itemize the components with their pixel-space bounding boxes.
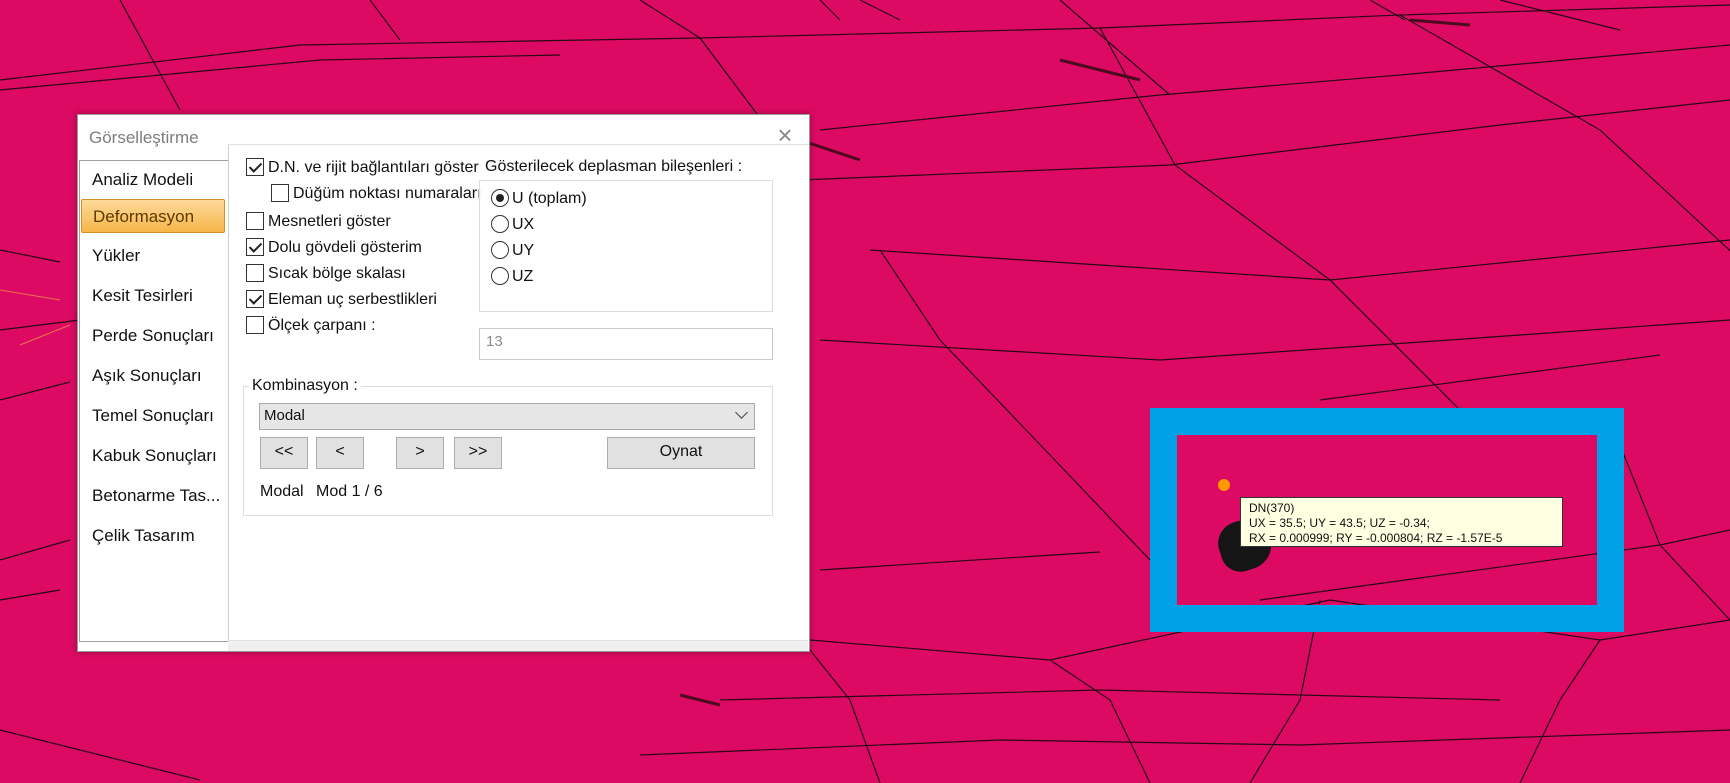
option-end-releases[interactable]: Eleman uç serbestlikleri	[246, 289, 437, 311]
node-tooltip: DN(370) UX = 35.5; UY = 43.5; UZ = -0.34…	[1240, 497, 1563, 547]
checkbox-heat-scale[interactable]	[246, 263, 264, 282]
radio-ux-button[interactable]	[491, 214, 509, 233]
option-label: Mesnetleri göster	[268, 213, 391, 230]
radio-uy-button[interactable]	[491, 240, 509, 259]
option-show-nodes[interactable]: D.N. ve rijit bağlantıları göster	[246, 157, 479, 179]
combination-group-title: Kombinasyon :	[249, 377, 361, 395]
options-panel: D.N. ve rijit bağlantıları göster Düğüm …	[228, 144, 809, 651]
option-node-numbers[interactable]: Düğüm noktası numaraları	[271, 183, 482, 205]
displacement-group-title: Gösterilecek deplasman bileşenleri :	[482, 158, 746, 176]
tooltip-line-translations: UX = 35.5; UY = 43.5; UZ = -0.34;	[1249, 516, 1430, 530]
option-show-supports[interactable]: Mesnetleri göster	[246, 211, 391, 233]
dialog-footer	[228, 640, 808, 651]
option-label: Sıcak bölge skalası	[268, 265, 406, 282]
visualization-dialog: Görselleştirme × Analiz Modeli Deformasy…	[77, 114, 810, 652]
radio-u-total-button[interactable]	[491, 188, 509, 207]
option-scale-factor[interactable]: Ölçek çarpanı :	[246, 315, 376, 337]
prev-mode-button[interactable]: <	[316, 437, 364, 469]
sidebar-item-wall-results[interactable]: Perde Sonuçları	[81, 319, 225, 353]
last-mode-button[interactable]: >>	[454, 437, 502, 469]
dialog-title: Görselleştirme	[89, 128, 199, 147]
sidebar-item-loads[interactable]: Yükler	[81, 239, 225, 273]
combination-select-value: Modal	[264, 407, 305, 424]
checkbox-end-releases[interactable]	[246, 289, 264, 308]
tooltip-line-rotations: RX = 0.000999; RY = -0.000804; RZ = -1.5…	[1249, 531, 1503, 545]
tooltip-line-node: DN(370)	[1249, 501, 1295, 515]
radio-uz-button[interactable]	[491, 266, 509, 285]
option-solid-view[interactable]: Dolu gövdeli gösterim	[246, 237, 422, 259]
scale-factor-input[interactable]: 13	[479, 328, 773, 360]
checkbox-show-nodes[interactable]	[246, 157, 264, 176]
radio-uz[interactable]: UZ	[491, 266, 533, 288]
sidebar-item-steel-design[interactable]: Çelik Tasarım	[81, 519, 225, 553]
option-label: Dolu gövdeli gösterim	[268, 239, 422, 256]
combination-type-label: Modal	[260, 483, 304, 500]
radio-label: UY	[512, 242, 535, 259]
first-mode-button[interactable]: <<	[260, 437, 308, 469]
sidebar-item-foundation-results[interactable]: Temel Sonuçları	[81, 399, 225, 433]
radio-ux[interactable]: UX	[491, 214, 534, 236]
sidebar-item-purlin-results[interactable]: Aşık Sonuçları	[81, 359, 225, 393]
chevron-down-icon	[735, 406, 748, 419]
sidebar-item-deformation[interactable]: Deformasyon	[81, 199, 225, 233]
radio-label: UZ	[512, 268, 534, 285]
radio-label: U (toplam)	[512, 190, 587, 207]
checkbox-node-numbers[interactable]	[271, 183, 289, 202]
radio-uy[interactable]: UY	[491, 240, 534, 262]
category-list: Analiz Modeli Deformasyon Yükler Kesit T…	[79, 160, 229, 642]
option-label: Ölçek çarpanı :	[268, 317, 376, 334]
sidebar-item-analysis-model[interactable]: Analiz Modeli	[81, 163, 225, 197]
node-marker[interactable]	[1218, 479, 1230, 491]
option-label: Eleman uç serbestlikleri	[268, 291, 437, 308]
combination-select[interactable]: Modal	[259, 403, 755, 430]
option-label: D.N. ve rijit bağlantıları göster	[268, 159, 479, 176]
checkbox-solid-view[interactable]	[246, 237, 264, 256]
sidebar-item-shell-results[interactable]: Kabuk Sonuçları	[81, 439, 225, 473]
radio-u-total[interactable]: U (toplam)	[491, 188, 587, 210]
option-heat-scale[interactable]: Sıcak bölge skalası	[246, 263, 406, 285]
checkbox-show-supports[interactable]	[246, 211, 264, 230]
play-button[interactable]: Oynat	[607, 437, 755, 469]
mode-counter: Mod 1 / 6	[316, 483, 383, 500]
checkbox-scale-factor[interactable]	[246, 315, 264, 334]
next-mode-button[interactable]: >	[396, 437, 444, 469]
sidebar-item-concrete-design[interactable]: Betonarme Tas...	[81, 479, 225, 513]
sidebar-item-section-forces[interactable]: Kesit Tesirleri	[81, 279, 225, 313]
radio-label: UX	[512, 216, 535, 233]
option-label: Düğüm noktası numaraları	[293, 185, 482, 202]
